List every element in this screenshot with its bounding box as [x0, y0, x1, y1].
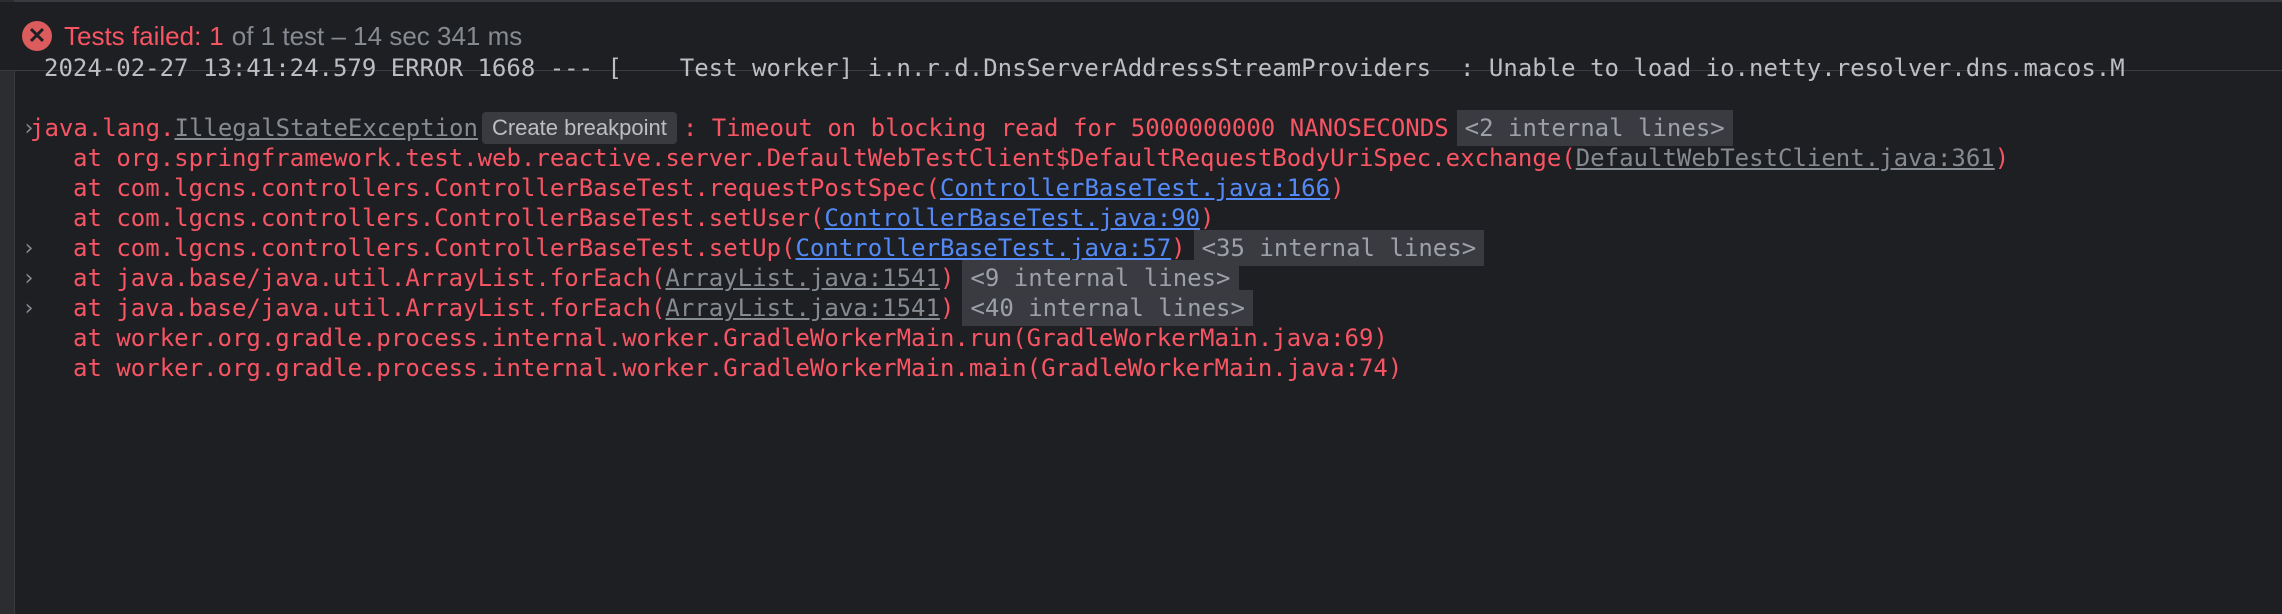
chevron-right-icon[interactable]: ›	[22, 288, 36, 328]
left-gutter	[0, 0, 15, 614]
log-line-text: 2024-02-27 13:41:24.579 ERROR 1668 --- […	[44, 54, 2125, 82]
failed-count: 1	[209, 20, 224, 51]
frame-source-link[interactable]: DefaultWebTestClient.java:361	[1576, 144, 1995, 172]
frame-close: )	[1330, 174, 1345, 202]
test-console-panel: ✕ Tests failed: 1 of 1 test – 14 sec 341…	[0, 0, 2282, 614]
frame-text: at worker.org.gradle.process.internal.wo…	[73, 354, 1403, 382]
console-output[interactable]: 2024-02-27 13:41:24.579 ERROR 1668 --- […	[14, 54, 2282, 614]
tests-failed-label: Tests failed:	[64, 20, 202, 51]
x-circle-icon: ✕	[22, 21, 52, 51]
log-line: 2024-02-27 13:41:24.579 ERROR 1668 --- […	[44, 48, 2125, 88]
test-summary: of 1 test – 14 sec 341 ms	[231, 20, 523, 51]
frame-close: )	[1994, 144, 2010, 172]
stack-frame: at worker.org.gradle.process.internal.wo…	[73, 348, 1402, 388]
